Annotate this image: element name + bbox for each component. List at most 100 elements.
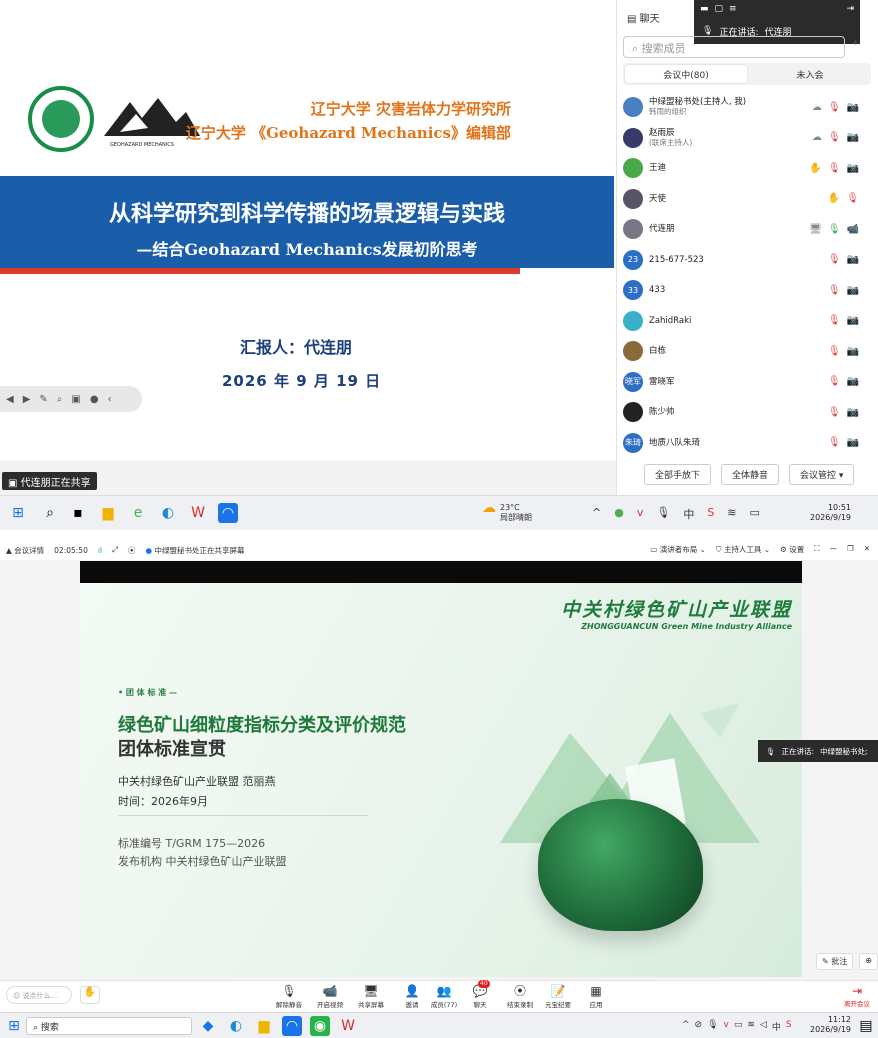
app-tray-icon[interactable]: ⊘ [695,1020,703,1033]
mic-muted-icon[interactable]: 🎙 [828,407,841,418]
mic-tray-icon[interactable]: 🎙 [656,506,670,522]
mic-muted-icon[interactable]: 🎙 [828,315,841,326]
camera-off-icon[interactable]: 📷 [847,376,859,387]
mic-muted-icon[interactable]: 🎙 [828,102,841,113]
say-input[interactable]: ☺ 说点什么... [6,986,72,1004]
collapse-icon[interactable]: ‹ [108,394,112,405]
raised-hand-icon[interactable]: ✋ [828,193,840,204]
member-row[interactable]: 晓军 雷晓军 🎙 📷 [623,367,873,397]
wps-icon[interactable]: W [338,1016,358,1036]
clock-top[interactable]: 10:51 2026/9/19 [810,503,851,523]
tencent-meeting-icon[interactable]: ◠ [282,1016,302,1036]
volume-icon[interactable]: ◁ [760,1020,767,1033]
settings-button[interactable]: ⚙ 设置 [780,544,804,555]
sharing-indicator[interactable]: ▣ 代连朋正在共享 [2,472,97,490]
member-row[interactable]: 天使 ✋ 🎙 [623,184,873,214]
input-icon[interactable]: 中 [683,506,694,522]
camera-off-icon[interactable]: 📷 [847,315,859,326]
zoom-icon[interactable]: ⌕ [57,394,63,405]
add-member-icon[interactable]: ⁺ [852,38,859,53]
member-row[interactable]: ZahidRaki 🎙 📷 [623,306,873,336]
more-icon[interactable]: ● [90,394,99,405]
mic-muted-icon[interactable]: 🎙 [828,285,841,296]
zoom-in-icon[interactable]: ⊕ [859,953,878,970]
member-row[interactable]: 白栋 🎙 📷 [623,336,873,366]
play-icon[interactable]: ▶ [23,394,31,405]
mic-muted-icon[interactable]: 🎙 [828,254,841,265]
start-icon[interactable]: ⊞ [8,503,28,523]
taskbar-search[interactable]: ⌕ 搜索 [26,1017,192,1035]
layout-button[interactable]: ▭ 演讲者布局 ⌄ [650,544,706,555]
meeting-details[interactable]: ▲ 会议详情 [6,545,44,556]
camera-off-icon[interactable]: 📷 [847,285,859,296]
camera-off-icon[interactable]: 📷 [847,254,859,265]
video-icon[interactable]: ▣ [71,394,80,405]
wechat-icon[interactable]: ◉ [310,1016,330,1036]
member-search-input[interactable]: ⌕ 搜索成员 [623,36,845,58]
screen-share-icon[interactable]: 🖥 [809,224,822,235]
list-icon[interactable]: ≡ [729,4,737,14]
member-row[interactable]: 陈少帅 🎙 📷 [623,397,873,427]
notification-icon[interactable]: ▤ [856,1016,876,1036]
app-tray-icon[interactable]: ● [614,506,624,522]
fullscreen-icon[interactable]: ⛶ [814,544,819,555]
raised-hand-icon[interactable]: ✋ [809,163,821,174]
app-tray-icon-2[interactable]: v [724,1020,729,1033]
layout-icon[interactable]: ▢ [715,4,724,14]
edge-icon[interactable]: ◐ [226,1016,246,1036]
raise-hand-icon[interactable]: ✋ [80,986,100,1004]
battery-icon[interactable]: ▭ [734,1020,743,1033]
mute-all-button[interactable]: 全体静音 [721,464,780,485]
app-tray-icon-2[interactable]: v [637,506,644,522]
mic-muted-icon[interactable]: 🎙 [828,437,841,448]
leave-meeting-button[interactable]: ⇥ 离开会议 [840,984,874,1008]
close-icon[interactable]: ✕ [864,544,870,555]
member-row[interactable]: 23 215-677-523 🎙 📷 [623,245,873,275]
chat-tab[interactable]: ▤ 聊天 [627,10,660,25]
ie-icon[interactable]: e [128,503,148,523]
wifi-icon[interactable]: ≋ [727,506,736,522]
mic-muted-icon[interactable]: 🎙 [828,376,841,387]
record-icon[interactable]: ⦿ [128,545,136,556]
explorer-icon[interactable]: ▆ [98,503,118,523]
mic-muted-icon[interactable]: 🎙 [828,224,841,235]
camera-off-icon[interactable]: 📷 [847,102,859,113]
control-share-button[interactable]: 🖥 共享屏幕 [351,984,391,1009]
app-icon-1[interactable]: ◆ [198,1016,218,1036]
camera-on-icon[interactable]: 📹 [847,224,859,235]
search-icon[interactable]: ⌕ [40,503,60,523]
window-icon[interactable]: ▬ [700,4,709,14]
meeting-control-button[interactable]: 会议管控 ▾ [789,464,855,485]
lower-all-hands-button[interactable]: 全部手放下 [644,464,712,485]
exit-icon[interactable]: ⇥ [846,4,854,14]
camera-off-icon[interactable]: 📷 [847,437,859,448]
mic-tray-icon[interactable]: 🎙 [707,1020,718,1033]
wifi-icon[interactable]: ≋ [747,1020,755,1033]
expand-icon[interactable]: ⤢ [112,545,118,555]
mic-muted-icon[interactable]: 🎙 [828,163,841,174]
prev-icon[interactable]: ◀ [6,394,14,405]
share-status[interactable]: ● 中绿盟秘书处正在共享屏幕 [146,545,245,556]
battery-icon[interactable]: ▭ [750,506,760,522]
control-video-button[interactable]: 📹 开启视频 [310,984,350,1009]
control-members-button[interactable]: 👥 成员(77) [424,984,464,1009]
pen-icon[interactable]: ✎ [39,394,47,405]
member-row[interactable]: 王迪 ✋ 🎙 📷 [623,153,873,183]
taskview-icon[interactable]: ▪ [68,503,88,523]
member-row[interactable]: 代连朋 🖥 🎙 📹 [623,214,873,244]
mic-muted-icon[interactable]: 🎙 [828,132,841,143]
camera-off-icon[interactable]: 📷 [847,346,859,357]
member-row[interactable]: 中绿盟秘书处(主持人, 我) 韩雨的组织 ☁ 🎙 📷 [623,92,873,122]
input-icon[interactable]: 中 [772,1020,781,1033]
explorer-icon[interactable]: ▆ [254,1016,274,1036]
control-apps-button[interactable]: ▦ 应用 [576,984,616,1009]
clock-bottom[interactable]: 11:12 2026/9/19 [810,1015,851,1035]
camera-off-icon[interactable]: 📷 [847,132,859,143]
edge-icon[interactable]: ◐ [158,503,178,523]
mic-muted-icon[interactable]: 🎙 [846,193,859,204]
camera-off-icon[interactable]: 📷 [847,163,859,174]
camera-off-icon[interactable]: 📷 [847,407,859,418]
member-row[interactable]: 朱琦 地质八队朱琦 🎙 📷 [623,428,873,458]
restore-icon[interactable]: ❐ [847,544,854,555]
wps-tray-icon[interactable]: S [786,1020,792,1033]
